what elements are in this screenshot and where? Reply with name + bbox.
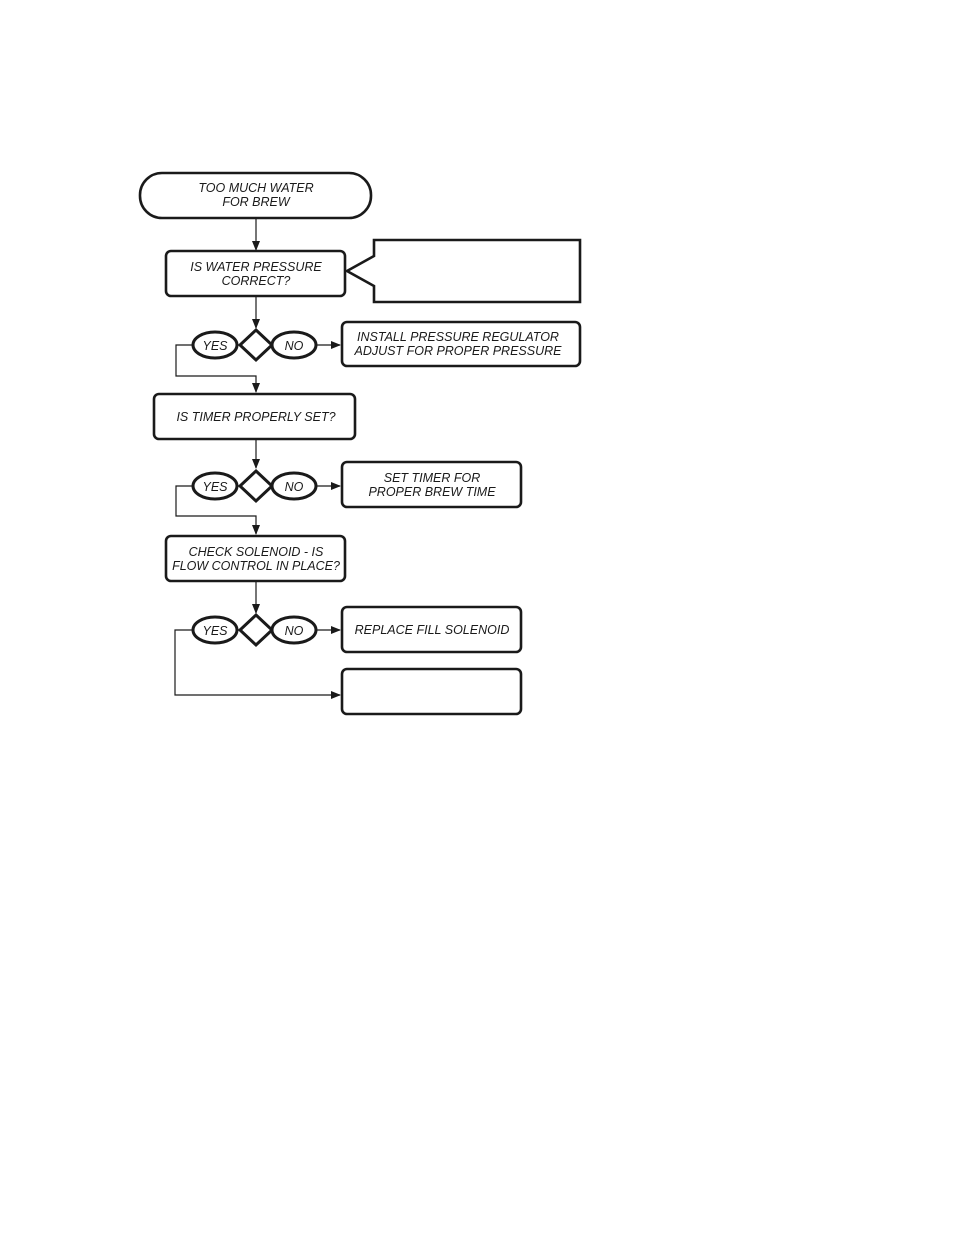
step2-label: IS TIMER PROPERLY SET?	[176, 410, 335, 424]
step-check-solenoid: CHECK SOLENOID - IS FLOW CONTROL IN PLAC…	[164, 534, 347, 583]
yes-label-3: YES	[202, 624, 228, 638]
flowchart: TOO MUCH WATER FOR BREW IS WATER PRESSUR…	[138, 171, 582, 716]
decision-2: YES NO	[191, 468, 318, 504]
callout-box	[344, 238, 582, 304]
start-label-line1: TOO MUCH WATER	[198, 181, 313, 195]
step1-label-line1: IS WATER PRESSURE	[190, 260, 322, 274]
yes-label-1: YES	[202, 339, 228, 353]
action-install-regulator: INSTALL PRESSURE REGULATOR ADJUST FOR PR…	[340, 320, 582, 368]
action-set-timer: SET TIMER FOR PROPER BREW TIME	[340, 460, 523, 509]
action2-label-line2: PROPER BREW TIME	[368, 485, 496, 499]
decision-diamond-2	[237, 468, 275, 504]
step-water-pressure: IS WATER PRESSURE CORRECT?	[164, 249, 347, 298]
step1-label-line2: CORRECT?	[222, 274, 291, 288]
step3-label-line1: CHECK SOLENOID - IS	[189, 545, 324, 559]
decision-diamond-1	[237, 327, 275, 363]
action1-label-line2: ADJUST FOR PROPER PRESSURE	[354, 344, 563, 358]
decision-diamond-3	[237, 612, 275, 648]
action2-label-line1: SET TIMER FOR	[384, 471, 481, 485]
action3-label: REPLACE FILL SOLENOID	[355, 623, 510, 637]
decision-1: YES NO	[191, 327, 318, 363]
action1-label-line1: INSTALL PRESSURE REGULATOR	[357, 330, 559, 344]
no-label-2: NO	[285, 480, 304, 494]
step-timer: IS TIMER PROPERLY SET?	[152, 392, 357, 441]
yes-label-2: YES	[202, 480, 228, 494]
start-terminator: TOO MUCH WATER FOR BREW	[138, 171, 373, 220]
decision-3: YES NO	[191, 612, 318, 648]
no-label-3: NO	[285, 624, 304, 638]
start-label-line2: FOR BREW	[222, 195, 291, 209]
action-replace-solenoid: REPLACE FILL SOLENOID	[340, 605, 523, 654]
step3-label-line2: FLOW CONTROL IN PLACE?	[172, 559, 340, 573]
final-box	[340, 667, 523, 716]
no-label-1: NO	[285, 339, 304, 353]
